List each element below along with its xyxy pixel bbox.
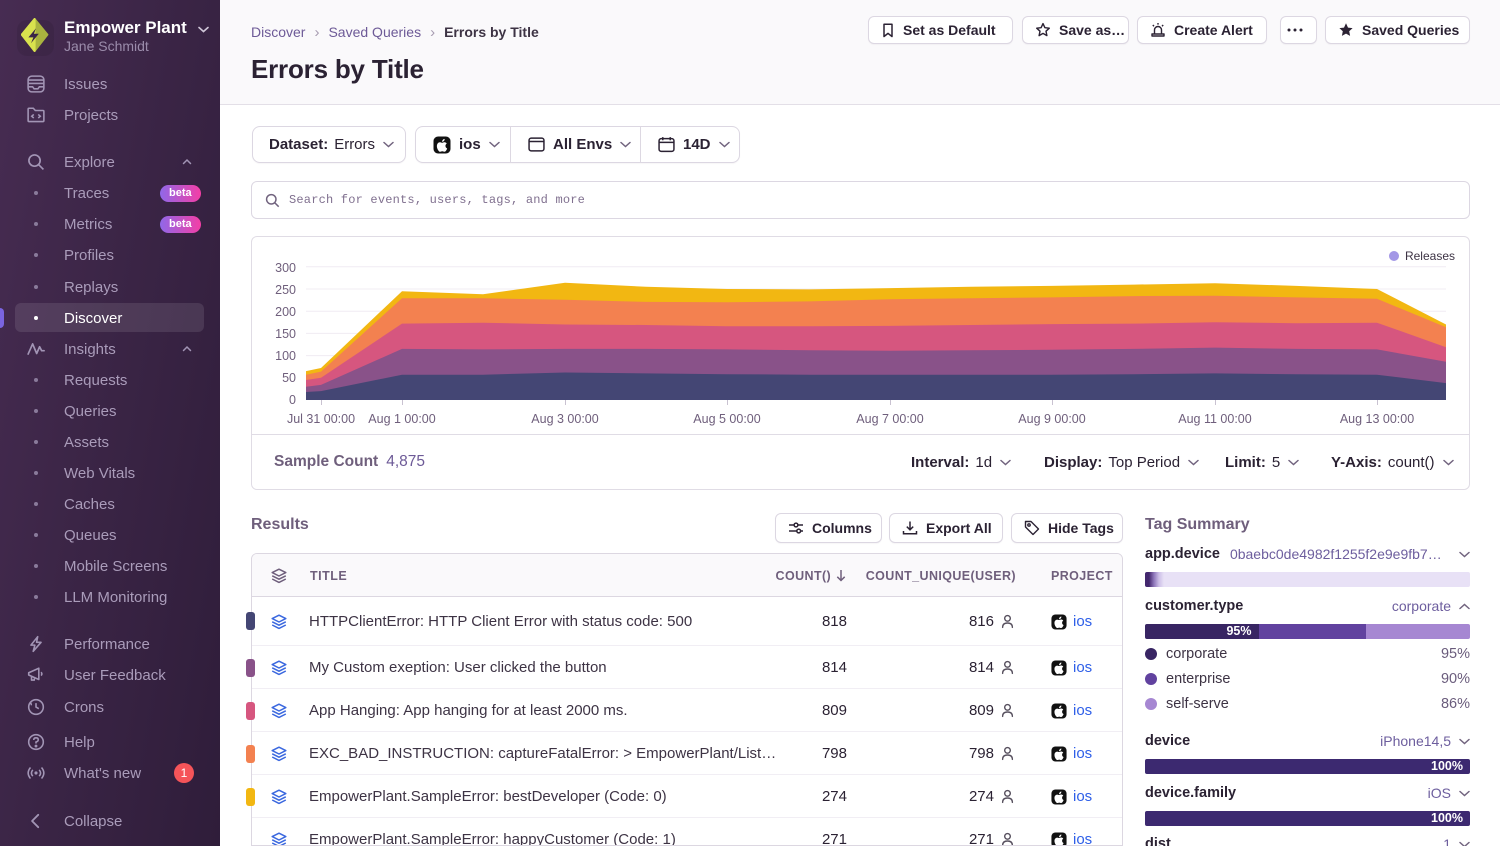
svg-text:300: 300 [275,261,296,275]
svg-text:Aug 9 00:00: Aug 9 00:00 [1018,412,1085,426]
svg-text:250: 250 [275,283,296,297]
svg-text:150: 150 [275,327,296,341]
svg-text:Jul 31 00:00: Jul 31 00:00 [287,412,355,426]
svg-text:50: 50 [282,371,296,385]
svg-text:Aug 13 00:00: Aug 13 00:00 [1340,412,1414,426]
svg-text:Aug 5 00:00: Aug 5 00:00 [693,412,760,426]
svg-text:0: 0 [289,393,296,407]
svg-text:Aug 11 00:00: Aug 11 00:00 [1178,412,1251,426]
svg-text:200: 200 [275,305,296,319]
svg-text:100: 100 [275,349,296,363]
svg-text:Aug 3 00:00: Aug 3 00:00 [531,412,598,426]
svg-text:Aug 1 00:00: Aug 1 00:00 [368,412,435,426]
svg-text:Aug 7 00:00: Aug 7 00:00 [856,412,923,426]
